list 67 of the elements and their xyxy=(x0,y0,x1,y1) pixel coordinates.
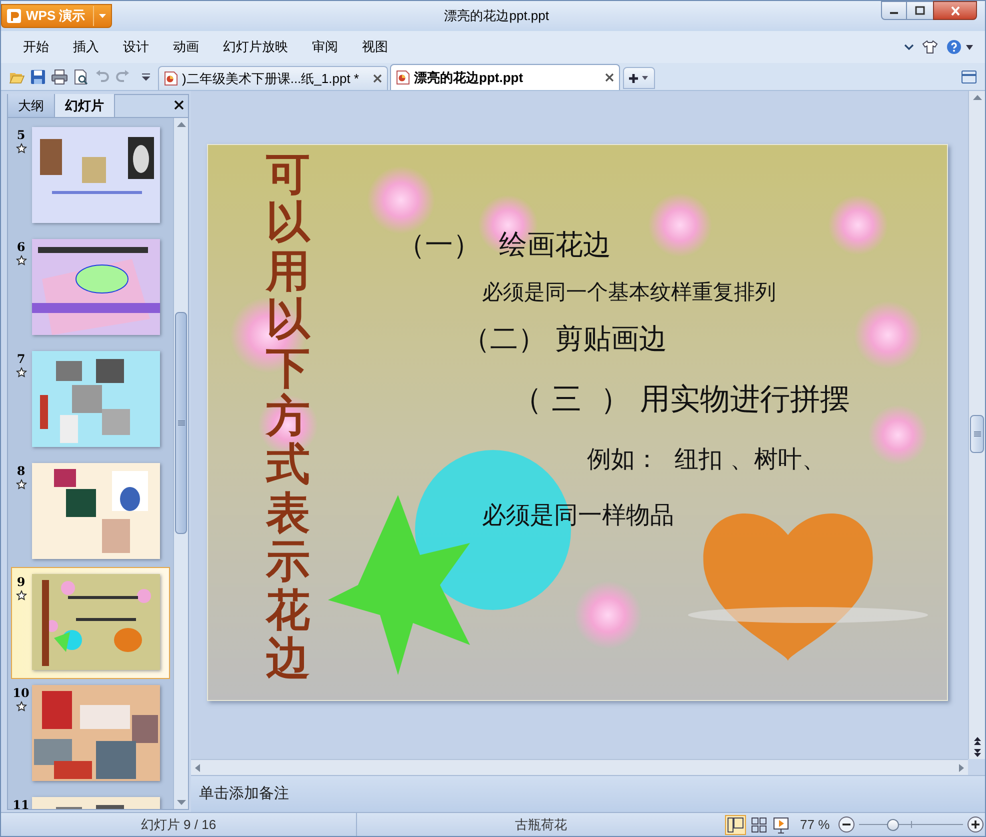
app-logo-icon xyxy=(6,8,22,24)
close-icon[interactable] xyxy=(174,100,184,110)
slide-text: （ 三 ） 用实物进行拼摆 xyxy=(512,385,850,415)
shirt-icon[interactable] xyxy=(922,39,938,55)
slide-sorter-icon[interactable] xyxy=(750,816,768,834)
help-icon[interactable] xyxy=(946,39,962,55)
menu-item[interactable]: 插入 xyxy=(61,35,111,59)
slideshow-icon[interactable] xyxy=(772,816,790,834)
template-name: 古瓶荷花 xyxy=(515,816,567,834)
slide-number: 9 xyxy=(16,576,26,588)
save-icon[interactable] xyxy=(30,69,46,85)
scroll-thumb[interactable] xyxy=(175,312,187,534)
zoom-in-icon[interactable] xyxy=(966,816,984,833)
caret-icon xyxy=(642,76,648,80)
caret-icon[interactable] xyxy=(966,44,973,50)
zoom-percentage: 77 % xyxy=(800,816,830,834)
print-preview-icon[interactable] xyxy=(73,69,89,85)
print-icon[interactable] xyxy=(51,69,68,85)
notes-placeholder[interactable]: 单击添加备注 xyxy=(199,782,289,806)
slide-number: 6 xyxy=(16,241,26,253)
menu-item[interactable]: 设计 xyxy=(111,35,161,59)
slide-number: 8 xyxy=(16,465,26,477)
menu-item[interactable]: 开始 xyxy=(11,35,61,59)
scroll-thumb[interactable] xyxy=(970,415,984,453)
slide-text: （一） 绘画花边 xyxy=(397,231,611,259)
close-icon[interactable] xyxy=(605,73,614,82)
menu-item[interactable]: 审阅 xyxy=(300,35,350,59)
close-icon[interactable] xyxy=(373,74,382,83)
slide-counter: 幻灯片 9 / 16 xyxy=(140,816,216,834)
window-title: 漂亮的花边ppt.ppt xyxy=(444,7,549,26)
normal-view-icon[interactable] xyxy=(725,814,746,834)
minimize-button[interactable] xyxy=(881,1,907,20)
caret-icon xyxy=(98,13,108,19)
zoom-slider[interactable] xyxy=(858,816,963,832)
slide-text: 例如： 纽扣 、树叶、 xyxy=(587,447,826,471)
close-icon xyxy=(950,6,960,16)
document-tab[interactable]: )二年级美术下册课...纸_1.ppt * xyxy=(158,66,388,90)
vertical-scrollbar[interactable] xyxy=(968,91,985,759)
slide-text: 必须是同一个基本纹样重复排列 xyxy=(482,282,776,303)
vertical-scrollbar[interactable] xyxy=(173,118,188,809)
document-tab[interactable]: 漂亮的花边ppt.ppt xyxy=(390,64,620,90)
presentation-file-icon xyxy=(396,70,410,85)
slide-number: 7 xyxy=(16,353,26,365)
panel-tab[interactable]: 大纲 xyxy=(8,94,55,117)
plus-icon xyxy=(628,72,639,84)
selected-slide-highlight[interactable]: 9 xyxy=(11,567,170,679)
collapse-icon[interactable] xyxy=(904,43,914,51)
minimize-icon xyxy=(890,12,898,14)
presentation-file-icon xyxy=(164,71,178,86)
menu-item[interactable]: 视图 xyxy=(350,35,400,59)
vertical-slide-title: 可以用以下方式表示花边 xyxy=(266,151,310,684)
slide-text: （二） 剪贴画边 xyxy=(462,325,667,353)
horizontal-scrollbar[interactable] xyxy=(191,759,968,775)
close-button[interactable] xyxy=(933,1,977,20)
panel-tab[interactable]: 幻灯片 xyxy=(55,94,115,117)
menu-item[interactable]: 幻灯片放映 xyxy=(211,35,300,59)
menu-item[interactable]: 动画 xyxy=(161,35,211,59)
zoom-out-icon[interactable] xyxy=(838,816,855,833)
notes-pane[interactable]: 单击添加备注 xyxy=(191,775,985,812)
maximize-button[interactable] xyxy=(907,1,933,20)
slide-number: 11 xyxy=(12,799,30,809)
zoom-slider-thumb[interactable] xyxy=(886,818,899,830)
slide-number: 5 xyxy=(16,129,26,141)
window-layout-icon[interactable] xyxy=(961,70,977,84)
new-tab-button[interactable] xyxy=(623,67,655,89)
maximize-icon xyxy=(915,6,925,16)
slide-number: 10 xyxy=(12,687,30,699)
